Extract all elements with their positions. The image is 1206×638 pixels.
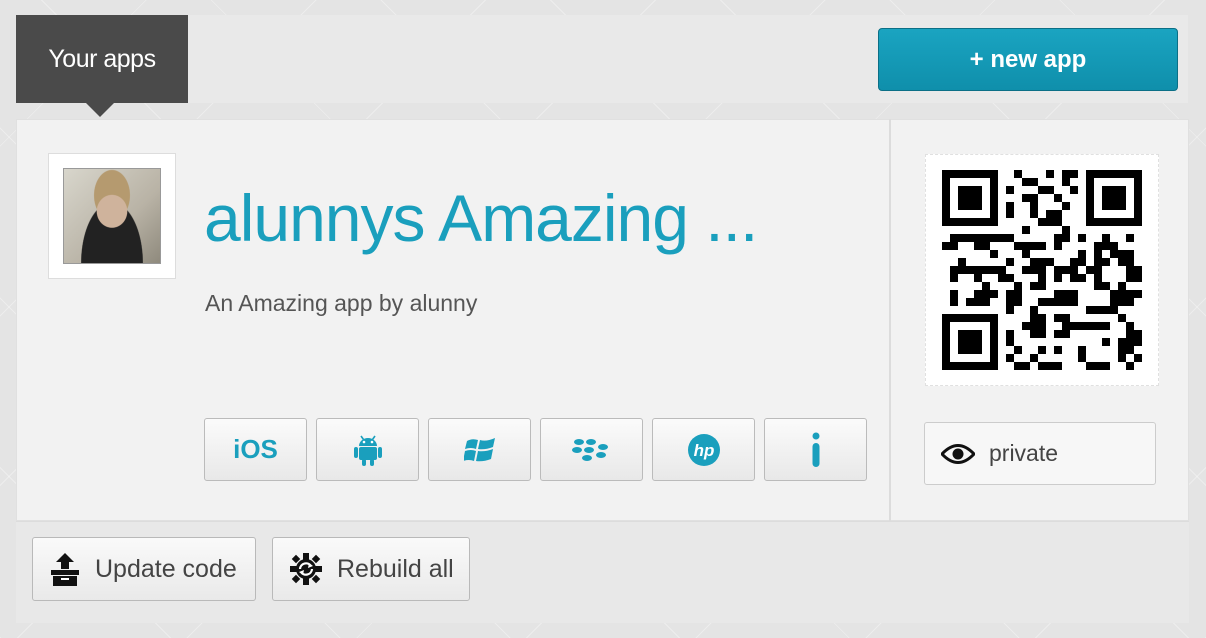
qr-code <box>925 154 1159 386</box>
ios-label: iOS <box>233 434 278 464</box>
app-title[interactable]: alunnys Amazing ... <box>204 180 864 256</box>
privacy-label: private <box>989 440 1059 466</box>
svg-text:hp: hp <box>693 441 714 460</box>
blackberry-icon <box>571 438 608 461</box>
rebuild-all-label: Rebuild all <box>337 554 454 583</box>
new-app-button[interactable]: + new app <box>878 28 1178 91</box>
ios-platform-button[interactable]: iOS <box>204 418 307 481</box>
platform-buttons: iOS hp <box>204 418 867 481</box>
app-icon-image <box>63 168 161 264</box>
windows-platform-button[interactable] <box>428 418 531 481</box>
blackberry-platform-button[interactable] <box>540 418 643 481</box>
windows-icon <box>463 437 495 461</box>
gear-refresh-icon <box>290 553 322 585</box>
upload-box-icon <box>51 553 79 586</box>
tab-your-apps[interactable]: Your apps <box>16 15 188 117</box>
app-icon-frame <box>48 153 176 279</box>
hp-webos-icon: hp <box>687 433 720 466</box>
eye-icon <box>941 443 975 464</box>
qr-code-image <box>942 170 1142 370</box>
android-platform-button[interactable] <box>316 418 419 481</box>
rebuild-all-button[interactable]: Rebuild all <box>272 537 470 601</box>
info-platform-button[interactable] <box>764 418 867 481</box>
update-code-label: Update code <box>95 554 237 583</box>
hp-platform-button[interactable]: hp <box>652 418 755 481</box>
privacy-toggle-button[interactable]: private <box>924 422 1156 485</box>
update-code-button[interactable]: Update code <box>32 537 256 601</box>
android-icon <box>353 435 382 466</box>
app-description: An Amazing app by alunny <box>205 290 478 316</box>
info-icon <box>812 432 819 467</box>
card-divider <box>889 119 891 521</box>
